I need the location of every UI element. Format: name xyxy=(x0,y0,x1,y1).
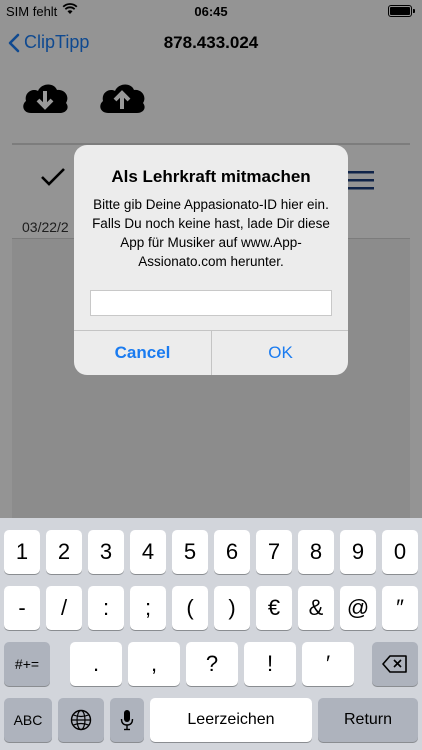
microphone-icon xyxy=(120,710,134,731)
key-colon[interactable]: : xyxy=(88,586,124,630)
key-ampersand[interactable]: & xyxy=(298,586,334,630)
space-key[interactable]: Leerzeichen xyxy=(150,698,312,742)
key-hyphen[interactable]: - xyxy=(4,586,40,630)
alert-message: Bitte gib Deine Appasionato-ID hier ein.… xyxy=(92,197,330,269)
delete-icon xyxy=(382,655,407,673)
key-3[interactable]: 3 xyxy=(88,530,124,574)
globe-key[interactable] xyxy=(58,698,104,742)
key-question[interactable]: ? xyxy=(186,642,238,686)
key-abc[interactable]: ABC xyxy=(4,698,52,742)
keyboard: 1 2 3 4 5 6 7 8 9 0 - / : ; ( ) € & @ ″ … xyxy=(0,518,422,750)
alert-dialog: Als Lehrkraft mitmachen Bitte gib Deine … xyxy=(74,145,348,375)
key-6[interactable]: 6 xyxy=(214,530,250,574)
key-semicolon[interactable]: ; xyxy=(130,586,166,630)
key-comma[interactable]: , xyxy=(128,642,180,686)
key-1[interactable]: 1 xyxy=(4,530,40,574)
appasionato-id-input[interactable] xyxy=(90,290,332,316)
key-at[interactable]: @ xyxy=(340,586,376,630)
key-9[interactable]: 9 xyxy=(340,530,376,574)
alert-title: Als Lehrkraft mitmachen xyxy=(111,167,311,186)
ok-button[interactable]: OK xyxy=(212,331,348,375)
key-double-prime[interactable]: ″ xyxy=(382,586,418,630)
key-period[interactable]: . xyxy=(70,642,122,686)
key-7[interactable]: 7 xyxy=(256,530,292,574)
key-4[interactable]: 4 xyxy=(130,530,166,574)
cancel-button[interactable]: Cancel xyxy=(74,331,211,375)
key-prime[interactable]: ′ xyxy=(302,642,354,686)
app-screen: SIM fehlt 06:45 ClipTipp 878.433.024 03/… xyxy=(0,0,422,750)
key-0[interactable]: 0 xyxy=(382,530,418,574)
key-close-paren[interactable]: ) xyxy=(214,586,250,630)
key-open-paren[interactable]: ( xyxy=(172,586,208,630)
key-slash[interactable]: / xyxy=(46,586,82,630)
globe-icon xyxy=(70,709,92,731)
delete-key[interactable] xyxy=(372,642,418,686)
key-euro[interactable]: € xyxy=(256,586,292,630)
key-more-symbols[interactable]: #+= xyxy=(4,642,50,686)
key-8[interactable]: 8 xyxy=(298,530,334,574)
key-2[interactable]: 2 xyxy=(46,530,82,574)
dictation-key[interactable] xyxy=(110,698,144,742)
key-5[interactable]: 5 xyxy=(172,530,208,574)
key-exclamation[interactable]: ! xyxy=(244,642,296,686)
return-key[interactable]: Return xyxy=(318,698,418,742)
